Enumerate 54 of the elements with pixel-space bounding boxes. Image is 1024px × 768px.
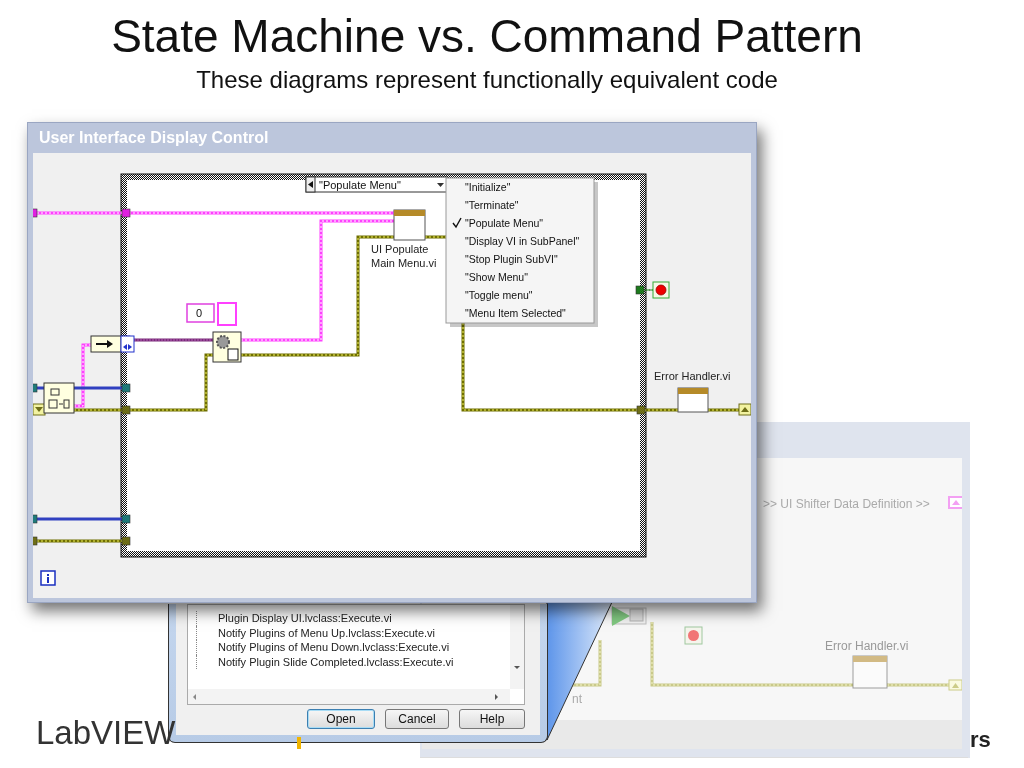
info-icon[interactable] [40, 570, 56, 586]
list-item[interactable]: Plugin Display UI.lvclass:Execute.vi [218, 612, 392, 625]
tunnel-terminal [636, 405, 646, 415]
terminal-icon [948, 679, 962, 691]
tunnel-terminal [33, 514, 38, 524]
menu-item[interactable]: "Initialize" [465, 181, 511, 193]
gear-node-icon [212, 331, 242, 363]
list-item[interactable]: Notify Plugin Slide Completed.lvclass:Execute.vi [218, 656, 454, 669]
numeric-constant: 0 [186, 303, 215, 323]
slide-subtitle: These diagrams represent functionally equivalent code [196, 65, 778, 95]
horizontal-scrollbar[interactable] [188, 689, 510, 704]
menu-item[interactable]: "Terminate" [465, 199, 519, 211]
node-label: UI Populate Main Menu.vi [371, 243, 437, 269]
subvi-node-icon [677, 387, 709, 413]
menu-item[interactable]: "Stop Plugin SubVI" [465, 253, 558, 265]
case-selector[interactable]: "Populate Menu" [305, 176, 448, 193]
unbundle-node-icon [90, 335, 135, 353]
subvi-node-icon [393, 209, 426, 241]
menu-item[interactable]: "Show Menu" [465, 271, 528, 283]
tunnel-terminal [121, 405, 131, 415]
subvi-node-icon [852, 655, 888, 689]
vertical-scrollbar[interactable] [510, 605, 524, 689]
menu-item[interactable]: "Toggle menu" [465, 289, 533, 301]
tunnel-terminal [33, 208, 38, 218]
dialog-button[interactable]: Cancel [385, 709, 449, 729]
node-icon [611, 606, 647, 626]
dialog-button[interactable]: Open [307, 709, 375, 729]
shift-register-icon [738, 403, 751, 416]
wire [642, 289, 654, 291]
menu-item[interactable]: "Populate Menu" [452, 217, 544, 229]
window-title: User Interface Display Control [39, 129, 269, 147]
dialog-button[interactable]: Help [459, 709, 525, 729]
node-label: Error Handler.vi [654, 370, 731, 382]
tunnel-terminal [121, 383, 131, 393]
stop-button-icon [684, 626, 703, 645]
tunnel-terminal [121, 536, 131, 546]
tunnel-terminal [121, 514, 131, 524]
list-item[interactable]: Notify Plugins of Menu Down.lvclass:Execute.vi [218, 641, 450, 654]
slide-title: State Machine vs. Command Pattern [111, 9, 863, 64]
array-constant [217, 302, 237, 326]
list-box[interactable]: Plugin Display UI.lvclass:Execute.vi Notify Plugins of Menu Up.lvclass:Execute.vi Notify Plugins of Menu Down.lvclass:Execute.vi Notify Plugin Slide Completed.lvclass:Execute.vi [187, 604, 525, 705]
stop-button-icon [652, 281, 670, 299]
tunnel-terminal [33, 383, 38, 393]
tunnel-terminal [121, 208, 131, 218]
tunnel-terminal [635, 285, 645, 295]
logo-text: rs [970, 727, 991, 753]
menu-item[interactable]: "Menu Item Selected" [465, 307, 566, 319]
node-label: nt [572, 692, 582, 706]
menu-item[interactable]: "Display VI in SubPanel" [465, 235, 580, 247]
node-label: Error Handler.vi [825, 639, 909, 653]
terminal-label: >> UI Shifter Data Definition >> [763, 497, 930, 511]
tunnel-terminal [33, 536, 38, 546]
list-item[interactable]: Notify Plugins of Menu Up.lvclass:Execute.vi [218, 626, 436, 639]
dequeue-node-icon [43, 382, 75, 414]
